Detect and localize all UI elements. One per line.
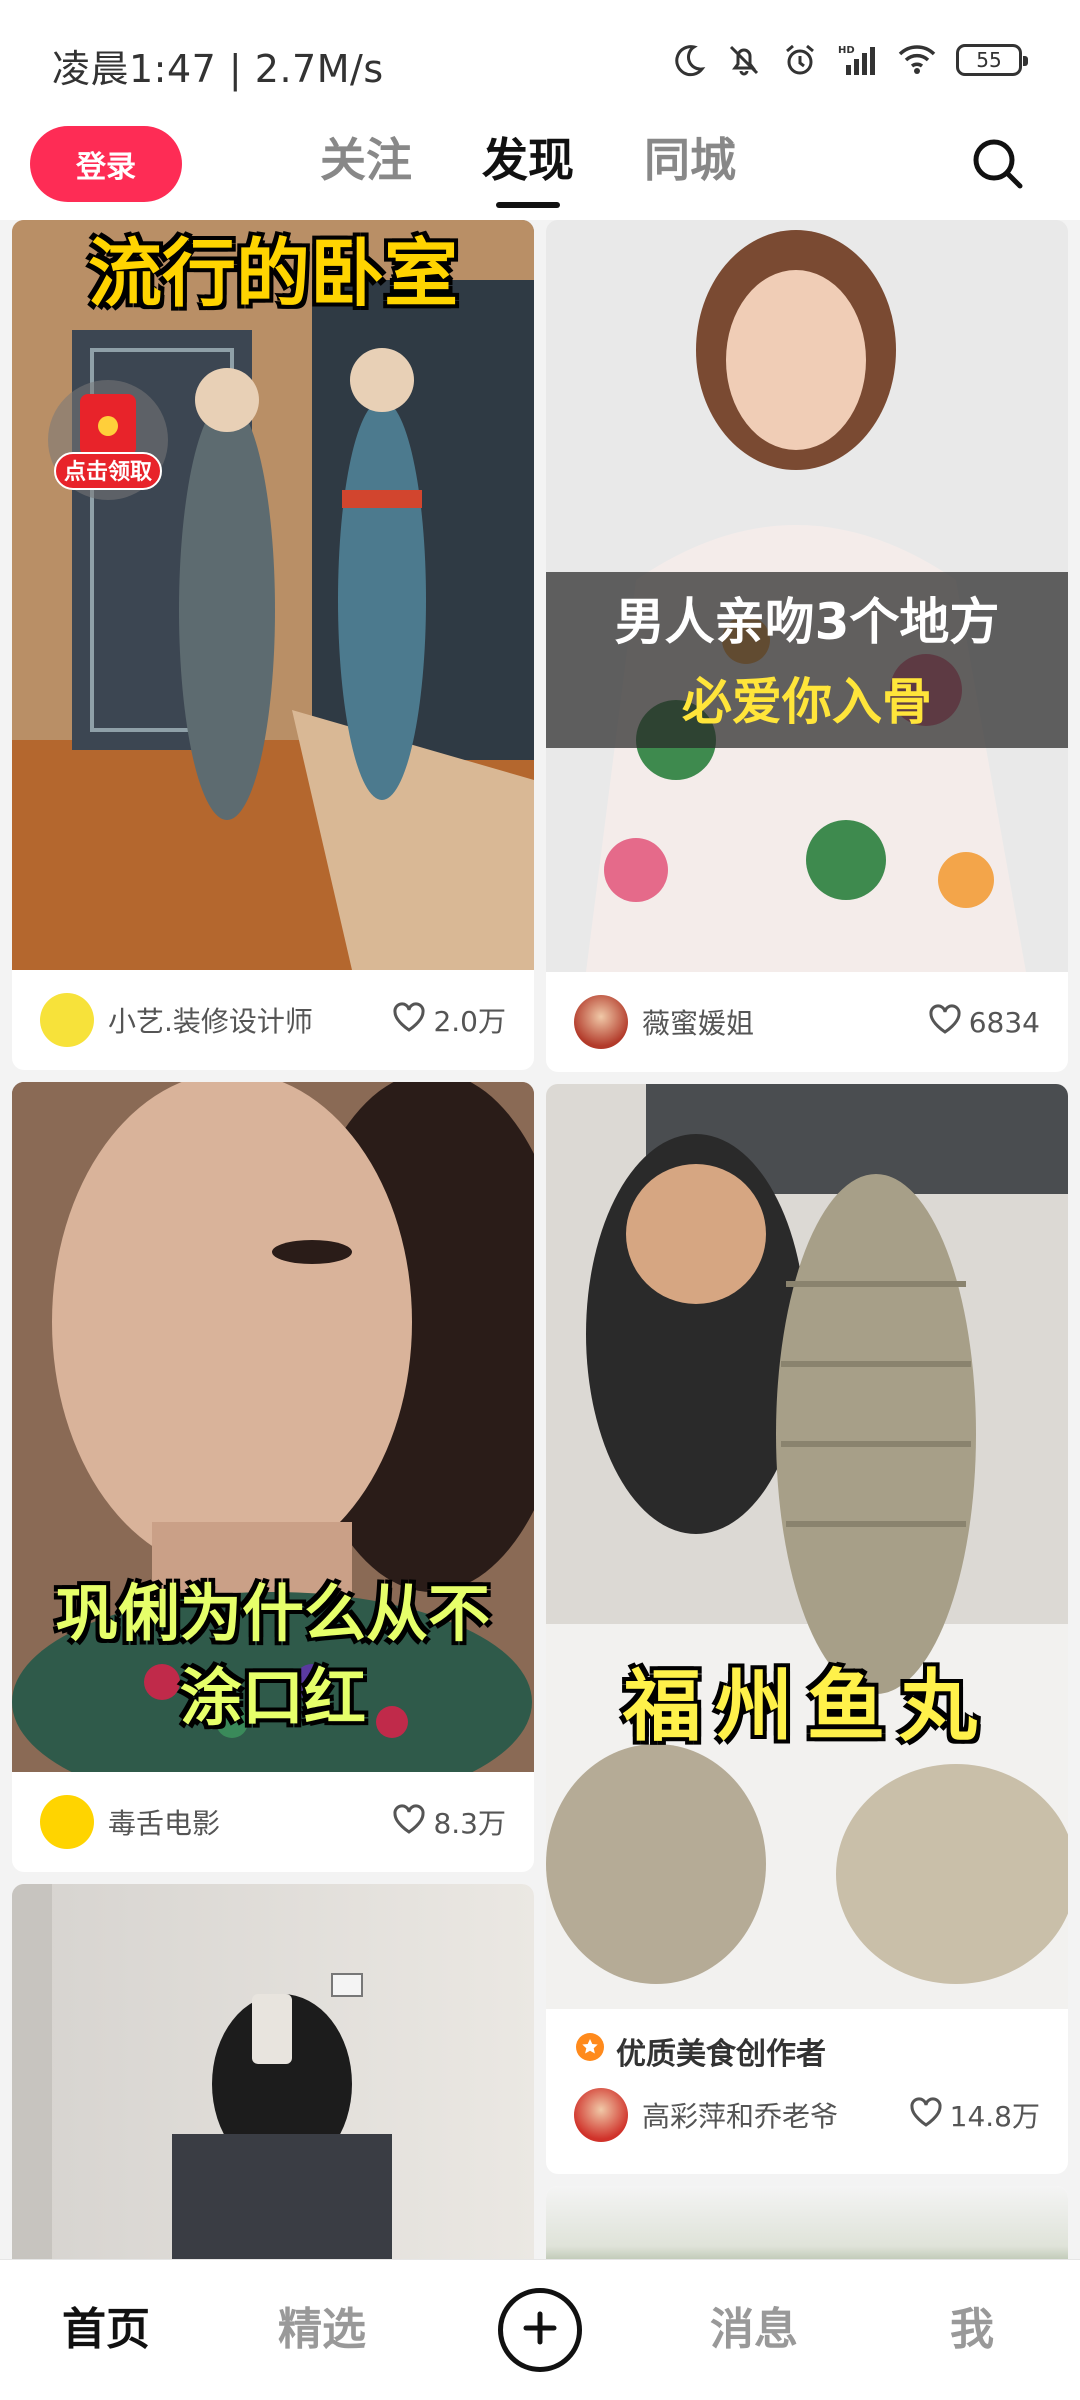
video-title-overlay: 男人亲吻3个地方 必爱你入骨 <box>546 582 1068 742</box>
tab-discover[interactable]: 发现 <box>482 120 574 208</box>
like-count-value: 8.3万 <box>433 1807 506 1840</box>
alarm-icon <box>782 42 818 78</box>
avatar[interactable] <box>574 2088 628 2142</box>
video-thumbnail[interactable]: 福州鱼丸 <box>546 1084 1068 2009</box>
battery-icon: 55 <box>956 44 1028 76</box>
feed-card[interactable] <box>546 2186 1068 2260</box>
wifi-icon <box>898 44 936 76</box>
card-footer: 高彩萍和乔老爷 14.8万 <box>546 2073 1068 2157</box>
overlay-line-1: 巩俐为什么从不 <box>55 1577 490 1650</box>
svg-text:HD: HD <box>838 45 855 56</box>
video-title-overlay: 福州鱼丸 <box>622 1662 991 1752</box>
feed-card[interactable]: 福州鱼丸 优质美食创作者 高彩萍和乔老爷 14.8万 <box>546 1084 1068 2174</box>
avatar[interactable] <box>40 993 94 1047</box>
like-count[interactable]: 14.8万 <box>910 2095 1040 2135</box>
mute-bell-icon <box>726 42 762 78</box>
overlay-line-2: 涂口红 <box>179 1661 366 1734</box>
bottom-nav: 首页 精选 消息 我 <box>0 2259 1080 2400</box>
like-count-value: 6834 <box>968 1005 1040 1039</box>
like-count[interactable]: 2.0万 <box>393 1000 506 1040</box>
nav-messages[interactable]: 消息 <box>710 2260 798 2400</box>
video-thumbnail[interactable] <box>12 1884 534 2260</box>
medal-icon <box>574 2031 606 2071</box>
status-bar: 凌晨1:47 | 2.7M/s HD 55 <box>0 0 1080 120</box>
heart-icon[interactable] <box>393 1803 425 1841</box>
video-thumbnail[interactable] <box>546 2186 1068 2260</box>
selfie-illustration <box>12 1884 392 2260</box>
feed-column-left: 流行的卧室 点击领取 小艺.装修设计师 2.0万 巩俐为什么从不 涂口红 毒舌电… <box>12 220 534 2260</box>
seafood-illustration <box>546 1084 1068 2009</box>
author-name[interactable]: 毒舌电影 <box>108 1802 393 1842</box>
author-name[interactable]: 薇蜜媛姐 <box>642 1002 929 1042</box>
moon-icon <box>672 43 706 77</box>
avatar[interactable] <box>40 1795 94 1849</box>
avatar[interactable] <box>574 995 628 1049</box>
video-thumbnail[interactable]: 巩俐为什么从不 涂口红 <box>12 1082 534 1772</box>
feed-card[interactable] <box>12 1884 534 2260</box>
login-button[interactable]: 登录 <box>30 126 182 202</box>
tab-nearby[interactable]: 同城 <box>644 120 736 200</box>
card-footer: 小艺.装修设计师 2.0万 <box>12 970 534 1070</box>
feed-tabs: 关注 发现 同城 <box>320 120 736 220</box>
create-button[interactable] <box>498 2288 582 2372</box>
like-count[interactable]: 8.3万 <box>393 1802 506 1842</box>
status-time: 凌晨1:47 | 2.7M/s <box>52 47 384 91</box>
video-thumbnail[interactable]: 流行的卧室 点击领取 <box>12 220 534 970</box>
feed-card[interactable]: 流行的卧室 点击领取 小艺.装修设计师 2.0万 <box>12 220 534 1070</box>
like-count-value: 2.0万 <box>433 1005 506 1038</box>
signal-icon: HD <box>838 43 878 77</box>
video-title-overlay: 巩俐为什么从不 涂口红 <box>12 1572 534 1740</box>
overlay-line-1: 男人亲吻3个地方 <box>614 593 1000 651</box>
like-count-value: 14.8万 <box>949 2100 1040 2133</box>
tab-following[interactable]: 关注 <box>320 120 412 200</box>
card-footer: 毒舌电影 8.3万 <box>12 1772 534 1872</box>
nav-home[interactable]: 首页 <box>62 2260 150 2400</box>
bedroom-illustration <box>12 220 534 970</box>
red-packet-widget[interactable]: 点击领取 <box>48 380 168 500</box>
heart-icon[interactable] <box>393 1001 425 1039</box>
video-title-overlay: 流行的卧室 <box>88 231 458 317</box>
author-name[interactable]: 高彩萍和乔老爷 <box>642 2095 910 2135</box>
like-count[interactable]: 6834 <box>929 1003 1040 1041</box>
feed-column-right: 男人亲吻3个地方 必爱你入骨 薇蜜媛姐 6834 福州鱼丸 优质美食创作者 高彩… <box>546 220 1068 2260</box>
feed-card[interactable]: 巩俐为什么从不 涂口红 毒舌电影 8.3万 <box>12 1082 534 1872</box>
search-icon[interactable] <box>968 134 1028 194</box>
overlay-line-2: 必爱你入骨 <box>682 673 932 731</box>
red-packet-label: 点击领取 <box>54 452 162 490</box>
feed-card[interactable]: 男人亲吻3个地方 必爱你入骨 薇蜜媛姐 6834 <box>546 220 1068 1072</box>
badge-label: 优质美食创作者 <box>616 2037 826 2072</box>
author-name[interactable]: 小艺.装修设计师 <box>108 1000 393 1040</box>
heart-icon[interactable] <box>929 1003 961 1041</box>
red-packet-icon <box>80 394 136 456</box>
video-thumbnail[interactable]: 男人亲吻3个地方 必爱你入骨 <box>546 220 1068 972</box>
status-icons: HD 55 <box>672 38 1028 82</box>
top-nav: 登录 关注 发现 同城 <box>0 120 1080 220</box>
card-footer: 薇蜜媛姐 6834 <box>546 972 1068 1072</box>
battery-level: 55 <box>976 48 1002 72</box>
plus-icon <box>520 2308 560 2352</box>
nav-featured[interactable]: 精选 <box>278 2260 366 2400</box>
feed-grid: 流行的卧室 点击领取 小艺.装修设计师 2.0万 巩俐为什么从不 涂口红 毒舌电… <box>0 220 1080 2260</box>
nav-me[interactable]: 我 <box>950 2260 994 2400</box>
creator-badge: 优质美食创作者 <box>546 2009 1068 2073</box>
heart-icon[interactable] <box>910 2096 942 2134</box>
